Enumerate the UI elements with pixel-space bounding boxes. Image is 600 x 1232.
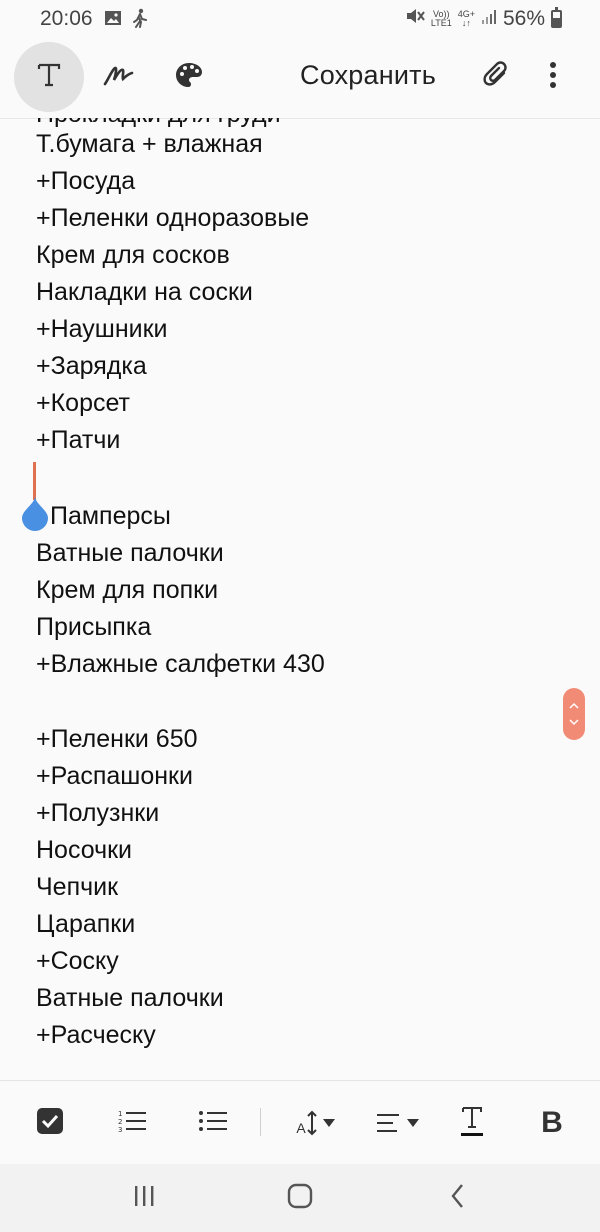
home-button[interactable] — [280, 1182, 320, 1214]
status-bar: 20:06 Vo)) LTE1 4G+ ↓↑ 56% — [0, 0, 600, 38]
gallery-notification-icon — [104, 9, 122, 32]
bullet-list-button[interactable] — [193, 1103, 233, 1143]
chevron-up-icon — [569, 702, 579, 709]
attachment-icon — [482, 60, 512, 95]
bold-button[interactable]: B — [532, 1103, 572, 1143]
note-toolbar: Сохранить — [0, 38, 600, 119]
save-button[interactable]: Сохранить — [300, 60, 436, 91]
format-bar-divider — [260, 1108, 261, 1136]
numbered-list-button[interactable]: 123 — [112, 1103, 152, 1143]
text-mode-button[interactable] — [14, 42, 84, 112]
home-icon — [286, 1183, 314, 1214]
note-line: Чепчик — [36, 873, 119, 901]
note-line: +Распашонки — [36, 762, 193, 790]
mute-icon — [405, 7, 425, 31]
volte-indicator: Vo)) LTE1 — [430, 9, 452, 28]
palette-button[interactable] — [154, 42, 224, 112]
bullet-list-icon — [198, 1109, 228, 1138]
note-line: +Соску — [36, 947, 119, 975]
note-line: +Пеленки одноразовые — [36, 204, 310, 232]
back-button[interactable] — [438, 1182, 478, 1214]
palette-icon — [174, 60, 204, 95]
note-line: Присыпка — [36, 613, 152, 641]
navigation-bar — [0, 1164, 600, 1232]
note-line: Ватные палочки — [36, 539, 224, 567]
note-line: +Посуда — [36, 167, 136, 195]
note-line: +Расческу — [36, 1021, 156, 1049]
back-icon — [449, 1183, 467, 1214]
note-editor[interactable]: Прокладки для груди Т.бумага + влажная +… — [0, 118, 600, 1080]
walking-activity-icon — [132, 8, 148, 33]
text-color-button[interactable] — [452, 1103, 492, 1143]
fast-scroll-handle[interactable] — [563, 688, 585, 740]
note-line: Накладки на соски — [36, 278, 253, 306]
note-line: +Зарядка — [36, 352, 147, 380]
note-line: +Пеленки 650 — [36, 725, 198, 753]
font-size-icon: A — [296, 1110, 335, 1136]
note-line: +Корсет — [36, 389, 130, 417]
note-line: Крем для сосков — [36, 241, 230, 269]
note-line: Царапки — [36, 910, 136, 938]
bold-icon: B — [541, 1106, 563, 1139]
handwriting-icon — [102, 60, 136, 95]
text-color-icon — [459, 1105, 485, 1142]
note-line: +Полузнки — [36, 799, 160, 827]
note-line: Носочки — [36, 836, 133, 864]
note-line: Памперсы — [50, 502, 171, 530]
more-options-button[interactable] — [518, 42, 588, 112]
recent-apps-button[interactable] — [124, 1182, 164, 1214]
cursor-handle[interactable] — [20, 496, 50, 532]
checkbox-icon — [36, 1107, 64, 1140]
note-line: +Наушники — [36, 315, 168, 343]
handwriting-button[interactable] — [84, 42, 154, 112]
text-mode-icon — [34, 60, 64, 95]
numbered-list-icon: 123 — [117, 1109, 147, 1138]
format-bar: 123 A B — [0, 1080, 600, 1165]
svg-text:3: 3 — [118, 1126, 122, 1133]
more-options-icon — [549, 61, 557, 94]
status-time: 20:06 — [40, 7, 93, 30]
font-size-button[interactable]: A — [290, 1103, 342, 1143]
note-line: Крем для попки — [36, 576, 219, 604]
svg-text:1: 1 — [118, 1110, 122, 1118]
text-cursor — [33, 462, 36, 500]
signal-icon — [481, 7, 497, 31]
note-line: Ватные палочки — [36, 984, 224, 1012]
checkbox-button[interactable] — [30, 1103, 70, 1143]
note-line: +Патчи — [36, 426, 121, 454]
battery-icon — [551, 7, 562, 28]
align-icon — [376, 1112, 420, 1134]
chevron-down-icon — [569, 719, 579, 726]
align-button[interactable] — [372, 1103, 424, 1143]
data-indicator: 4G+ ↓↑ — [457, 9, 475, 28]
svg-text:2: 2 — [118, 1118, 122, 1126]
recent-apps-icon — [132, 1184, 156, 1213]
note-line: +Влажные салфетки 430 — [36, 650, 325, 678]
note-line: Т.бумага + влажная — [36, 130, 263, 158]
battery-percent: 56% — [502, 7, 545, 30]
